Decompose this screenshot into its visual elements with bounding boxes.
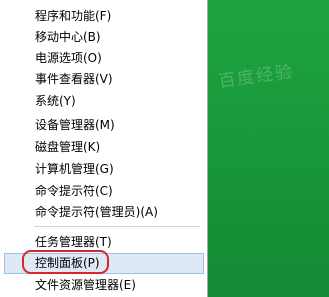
menu-item-system[interactable]: 系统(Y) <box>4 91 204 112</box>
menu-item-command-prompt-admin[interactable]: 命令提示符(管理员)(A) <box>4 202 204 223</box>
menu-item-event-viewer[interactable]: 事件查看器(V) <box>4 69 204 90</box>
menu-separator <box>34 226 200 227</box>
menu-item-control-panel[interactable]: 控制面板(P) <box>4 253 204 274</box>
menu-item-command-prompt[interactable]: 命令提示符(C) <box>4 181 204 202</box>
menu-item-computer-management[interactable]: 计算机管理(G) <box>4 159 204 180</box>
menu-item-programs-features[interactable]: 程序和功能(F) <box>4 6 204 27</box>
menu-item-device-manager[interactable]: 设备管理器(M) <box>4 115 204 136</box>
menu-item-task-manager[interactable]: 任务管理器(T) <box>4 232 204 253</box>
menu-item-disk-management[interactable]: 磁盘管理(K) <box>4 137 204 158</box>
menu-item-mobility-center[interactable]: 移动中心(B) <box>4 27 204 48</box>
winx-context-menu: 程序和功能(F) 移动中心(B) 电源选项(O) 事件查看器(V) 系统(Y) … <box>0 0 208 297</box>
menu-item-power-options[interactable]: 电源选项(O) <box>4 48 204 69</box>
watermark-text: 百度经验 <box>217 61 296 93</box>
menu-item-file-explorer[interactable]: 文件资源管理器(E) <box>4 275 204 296</box>
